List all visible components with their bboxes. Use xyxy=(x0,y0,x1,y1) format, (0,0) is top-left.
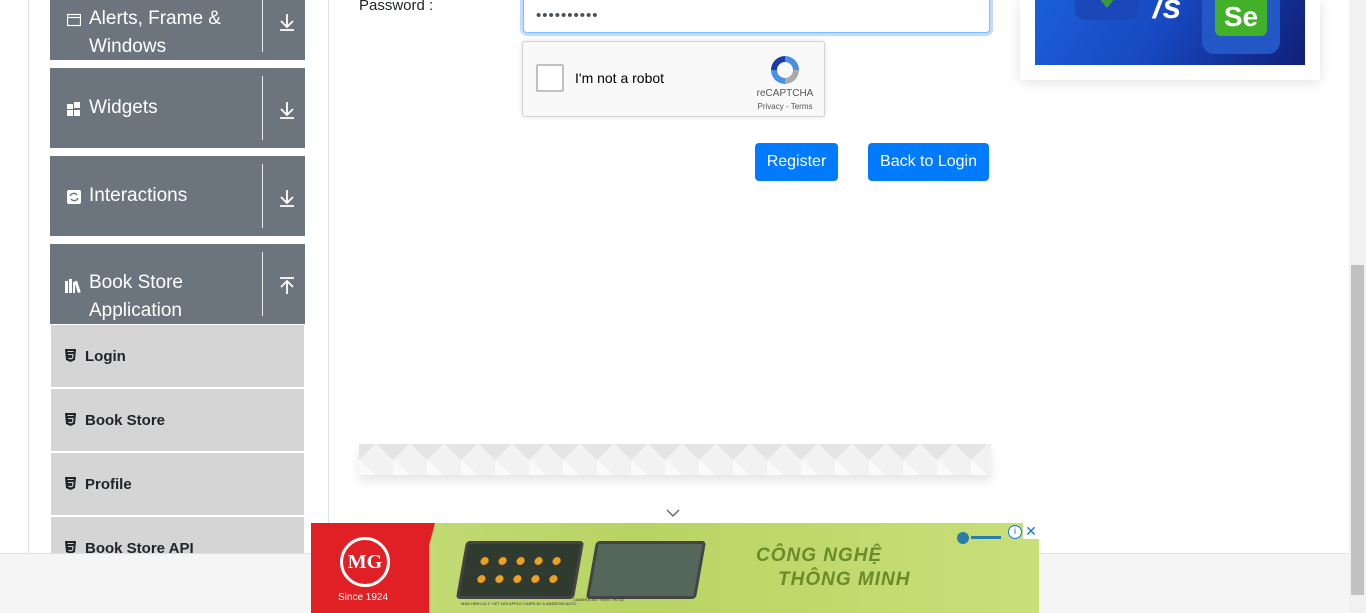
side-ad-image: /s Se xyxy=(1035,0,1305,65)
sidebar-item-label: Book Store xyxy=(85,412,166,429)
selenium-logo: Se xyxy=(1215,0,1267,36)
recaptcha-brand: reCAPTCHA xyxy=(756,88,814,99)
decorative-pattern xyxy=(359,444,991,475)
recaptcha-widget: I'm not a robot reCAPTCHA Privacy - Term… xyxy=(522,41,825,117)
mg-logo: MG xyxy=(340,537,390,587)
sidebar-group-title: Interactions xyxy=(89,185,188,206)
recaptcha-logo-icon xyxy=(771,56,799,84)
divider xyxy=(262,0,263,52)
sidebar-item-profile[interactable]: Profile xyxy=(51,453,304,515)
sidebar-item-book-store[interactable]: Book Store xyxy=(51,389,304,451)
window-icon xyxy=(67,13,81,27)
interactions-icon xyxy=(67,190,81,204)
sidebar-group-widgets[interactable]: Widgets xyxy=(50,68,305,148)
ad-caption: MÀN HÌNH 10.1" KẾT NỐI APPLE CARPLAY & A… xyxy=(461,601,577,606)
ad-info-icon[interactable]: i xyxy=(1008,525,1022,539)
sidebar-group-book-store-application[interactable]: Book Store Application xyxy=(50,244,305,324)
password-label: Password : xyxy=(359,0,434,14)
books-icon xyxy=(65,279,81,293)
sidebar-item-label: Profile xyxy=(85,476,132,493)
ad-caption: CAMERA 360° HIỂN THỊ 3D xyxy=(573,597,624,602)
recaptcha-checkbox[interactable] xyxy=(536,64,564,92)
recaptcha-label: I'm not a robot xyxy=(575,70,665,86)
chevron-down-icon[interactable] xyxy=(665,508,681,518)
arrow-down-icon[interactable] xyxy=(278,188,296,208)
ad-close-icon[interactable]: ✕ xyxy=(1023,523,1039,539)
sidebar-group-title: Widgets xyxy=(89,97,158,118)
ad-screen-camera xyxy=(585,541,707,599)
sidebar-group-title: Alerts, Frame & Windows xyxy=(89,8,221,57)
html5-icon xyxy=(65,413,76,426)
sidebar-group-interactions[interactable]: Interactions xyxy=(50,156,305,236)
sidebar-group-alerts[interactable]: Alerts, Frame & Windows xyxy=(50,0,305,60)
html5-icon xyxy=(65,349,76,362)
register-button[interactable]: Register xyxy=(755,143,838,181)
ad-slash-text: /s xyxy=(1153,0,1182,26)
scrollbar-thumb[interactable] xyxy=(1351,265,1364,595)
ad-tagline: CÔNG NGHỆ xyxy=(756,545,883,566)
recaptcha-links[interactable]: Privacy - Terms xyxy=(747,102,823,111)
page: Alerts, Frame & Windows Widgets Interact… xyxy=(0,0,1366,613)
ad-tagline: THÔNG MINH xyxy=(778,569,911,590)
divider xyxy=(262,164,263,228)
sponsor-logo-icon xyxy=(957,532,1001,544)
since-text: Since 1924 xyxy=(338,592,389,603)
divider xyxy=(262,252,263,316)
sidebar-item-login[interactable]: Login xyxy=(51,325,304,387)
html5-icon xyxy=(65,477,76,490)
password-field[interactable]: •••••••••• xyxy=(523,0,990,33)
banner-ad[interactable]: MG Since 1924 MÀN HÌNH 10.1" KẾT NỐI APP… xyxy=(311,523,1039,613)
app-grid-icon xyxy=(470,552,568,592)
sidebar-group-title: Book Store Application xyxy=(89,272,183,321)
arrow-down-icon[interactable] xyxy=(278,100,296,120)
widgets-icon xyxy=(67,102,80,116)
arrow-down-icon[interactable] xyxy=(278,12,296,32)
divider xyxy=(262,76,263,140)
ad-tile xyxy=(1075,0,1139,20)
back-to-login-button[interactable]: Back to Login xyxy=(868,143,989,181)
side-ad[interactable]: /s Se xyxy=(1020,0,1320,80)
ad-screen-carplay xyxy=(455,541,585,599)
sidebar-item-label: Login xyxy=(85,348,126,365)
arrow-up-icon[interactable] xyxy=(278,276,296,296)
